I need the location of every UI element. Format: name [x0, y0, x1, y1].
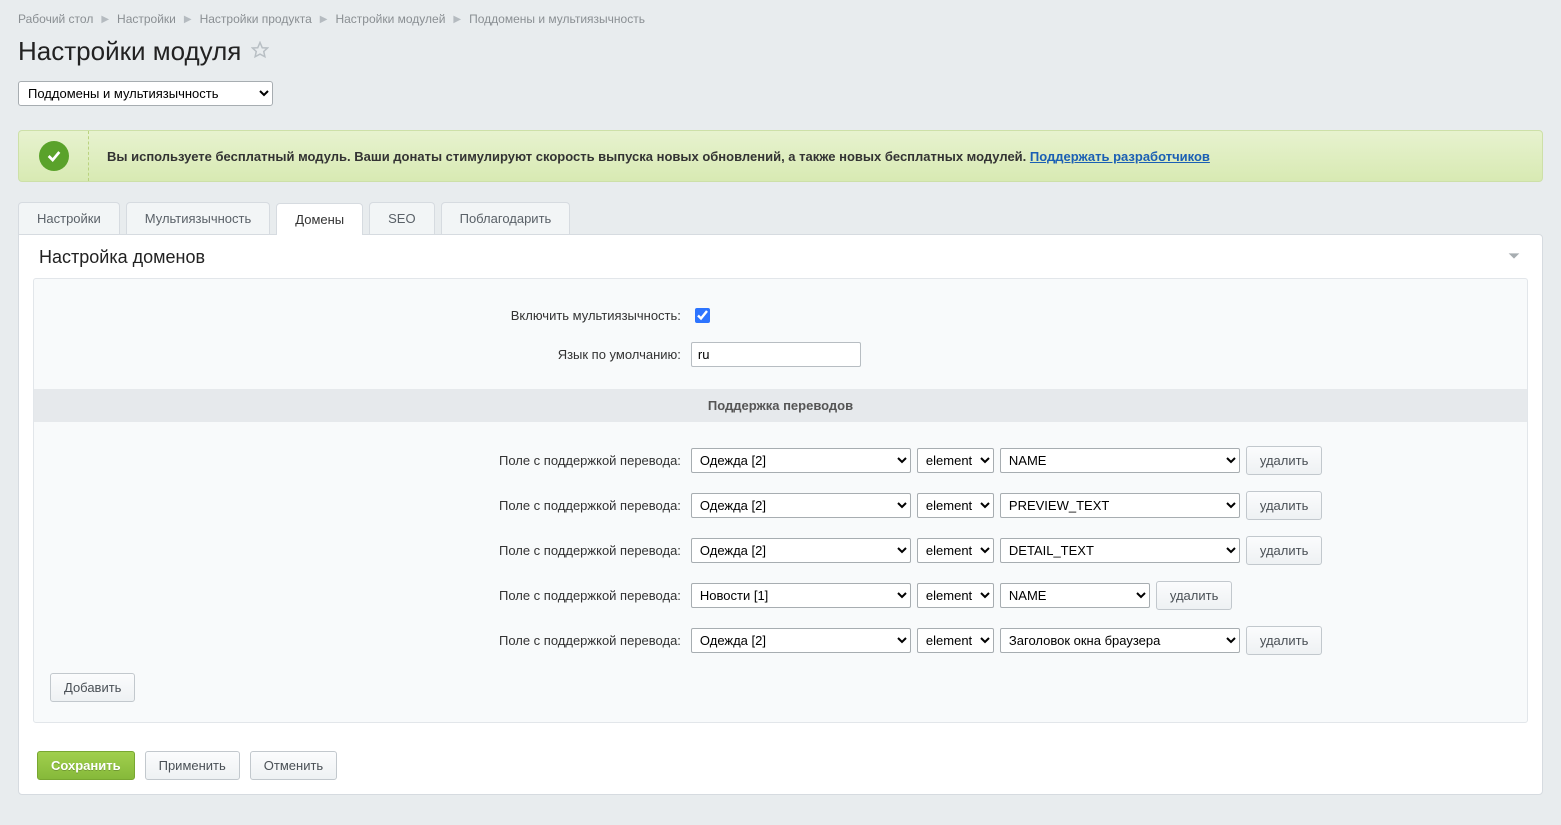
info-banner-text: Вы используете бесплатный модуль. Ваши д…: [107, 149, 1030, 164]
translation-row: Поле с поддержкой перевода:Одежда [2]ele…: [34, 483, 1527, 528]
tab-domains[interactable]: Домены: [276, 203, 363, 235]
breadcrumb-sep-icon: ▶: [101, 14, 109, 25]
panel: Настройка доменов Включить мультиязычнос…: [18, 234, 1543, 795]
apply-button[interactable]: Применить: [145, 751, 240, 780]
translation-row: Поле с поддержкой перевода:Новости [1]el…: [34, 573, 1527, 618]
default-lang-label: Язык по умолчанию:: [34, 347, 691, 362]
iblock-select[interactable]: Одежда [2]: [691, 493, 911, 518]
translation-field-label: Поле с поддержкой перевода:: [34, 543, 691, 558]
panel-title: Настройка доменов: [39, 247, 205, 268]
breadcrumb: Рабочий стол ▶ Настройки ▶ Настройки продукт…: [18, 10, 1543, 32]
page-title: Настройки модуля: [18, 36, 241, 67]
field-name-select[interactable]: DETAIL_TEXT: [1000, 538, 1240, 563]
entity-type-select[interactable]: element: [917, 628, 994, 653]
success-check-icon: [19, 131, 89, 181]
tab-multilang[interactable]: Мультиязычность: [126, 202, 271, 234]
breadcrumb-item[interactable]: Настройки модулей: [335, 12, 445, 26]
delete-row-button[interactable]: удалить: [1156, 581, 1232, 610]
translation-row: Поле с поддержкой перевода:Одежда [2]ele…: [34, 528, 1527, 573]
tab-thanks[interactable]: Поблагодарить: [441, 202, 571, 234]
tabs: НастройкиМультиязычностьДоменыSEOПоблаго…: [18, 202, 1543, 234]
iblock-select[interactable]: Одежда [2]: [691, 448, 911, 473]
field-name-select[interactable]: PREVIEW_TEXT: [1000, 493, 1240, 518]
field-name-select[interactable]: NAME: [1000, 583, 1150, 608]
enable-multilang-label: Включить мультиязычность:: [34, 308, 691, 323]
breadcrumb-sep-icon: ▶: [453, 14, 461, 25]
iblock-select[interactable]: Новости [1]: [691, 583, 911, 608]
field-name-select[interactable]: Заголовок окна браузера: [1000, 628, 1240, 653]
cancel-button[interactable]: Отменить: [250, 751, 337, 780]
translation-field-label: Поле с поддержкой перевода:: [34, 453, 691, 468]
delete-row-button[interactable]: удалить: [1246, 626, 1322, 655]
donate-link[interactable]: Поддержать разработчиков: [1030, 149, 1210, 164]
translation-row: Поле с поддержкой перевода:Одежда [2]ele…: [34, 618, 1527, 663]
breadcrumb-item[interactable]: Поддомены и мультиязычность: [469, 12, 645, 26]
translation-field-label: Поле с поддержкой перевода:: [34, 588, 691, 603]
favorite-star-icon[interactable]: [251, 41, 269, 62]
iblock-select[interactable]: Одежда [2]: [691, 538, 911, 563]
add-button[interactable]: Добавить: [50, 673, 135, 702]
breadcrumb-item[interactable]: Настройки: [117, 12, 176, 26]
info-banner: Вы используете бесплатный модуль. Ваши д…: [18, 130, 1543, 182]
module-select[interactable]: Поддомены и мультиязычность: [18, 81, 273, 106]
entity-type-select[interactable]: element: [917, 583, 994, 608]
iblock-select[interactable]: Одежда [2]: [691, 628, 911, 653]
translation-section-heading: Поддержка переводов: [34, 389, 1527, 422]
entity-type-select[interactable]: element: [917, 538, 994, 563]
tab-seo[interactable]: SEO: [369, 202, 434, 234]
breadcrumb-sep-icon: ▶: [320, 14, 328, 25]
entity-type-select[interactable]: element: [917, 493, 994, 518]
delete-row-button[interactable]: удалить: [1246, 446, 1322, 475]
translation-field-label: Поле с поддержкой перевода:: [34, 633, 691, 648]
breadcrumb-item[interactable]: Настройки продукта: [200, 12, 312, 26]
entity-type-select[interactable]: element: [917, 448, 994, 473]
field-name-select[interactable]: NAME: [1000, 448, 1240, 473]
breadcrumb-item[interactable]: Рабочий стол: [18, 12, 93, 26]
breadcrumb-sep-icon: ▶: [184, 14, 192, 25]
delete-row-button[interactable]: удалить: [1246, 536, 1322, 565]
delete-row-button[interactable]: удалить: [1246, 491, 1322, 520]
translation-field-label: Поле с поддержкой перевода:: [34, 498, 691, 513]
save-button[interactable]: Сохранить: [37, 751, 135, 780]
enable-multilang-checkbox[interactable]: [695, 308, 710, 323]
collapse-icon[interactable]: [1506, 248, 1522, 267]
default-lang-input[interactable]: [691, 342, 861, 367]
translation-row: Поле с поддержкой перевода:Одежда [2]ele…: [34, 438, 1527, 483]
tab-settings[interactable]: Настройки: [18, 202, 120, 234]
